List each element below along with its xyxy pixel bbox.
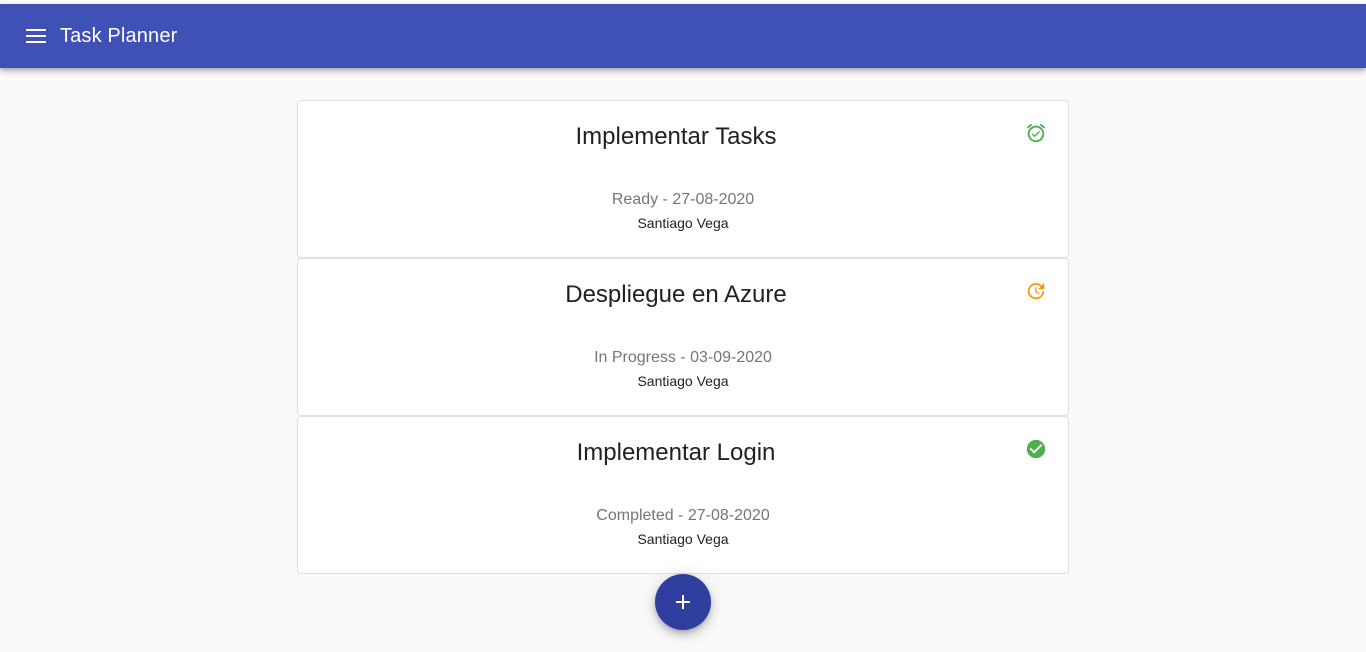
task-card[interactable]: Despliegue en Azure In Progress - 03-09-… bbox=[297, 258, 1069, 416]
add-task-button[interactable] bbox=[655, 574, 711, 630]
task-status: Completed - 27-08-2020 bbox=[596, 507, 770, 524]
menu-button[interactable] bbox=[12, 12, 60, 60]
task-owner: Santiago Vega bbox=[637, 531, 729, 547]
task-card[interactable]: Implementar Login Completed - 27-08-2020… bbox=[297, 416, 1069, 574]
task-owner: Santiago Vega bbox=[637, 373, 729, 389]
task-title: Implementar Login bbox=[576, 439, 776, 466]
add-icon bbox=[676, 595, 690, 609]
task-owner: Santiago Vega bbox=[637, 215, 729, 231]
alarm-on-icon[interactable] bbox=[1025, 122, 1047, 144]
check-circle-icon[interactable] bbox=[1025, 438, 1047, 460]
task-title: Implementar Tasks bbox=[575, 123, 777, 150]
task-card[interactable]: Implementar Tasks Ready - 27-08-2020 San… bbox=[297, 100, 1069, 258]
task-status: Ready - 27-08-2020 bbox=[611, 191, 755, 208]
update-icon[interactable] bbox=[1025, 280, 1047, 302]
task-title: Despliegue en Azure bbox=[565, 281, 787, 308]
task-status: In Progress - 03-09-2020 bbox=[594, 349, 772, 366]
app-title: Task Planner bbox=[60, 24, 178, 47]
task-list: Implementar Tasks Ready - 27-08-2020 San… bbox=[297, 100, 1069, 574]
app-bar: Task Planner bbox=[0, 4, 1366, 68]
menu-icon bbox=[26, 29, 46, 43]
